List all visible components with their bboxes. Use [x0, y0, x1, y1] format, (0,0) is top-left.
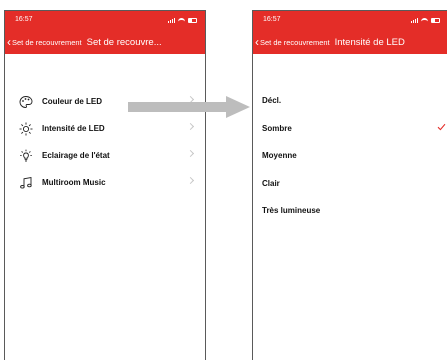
option-label: Décl. [262, 96, 282, 106]
status-time: 16:57 [15, 16, 33, 23]
option-row[interactable]: Moyenne [253, 142, 447, 170]
battery-icon [188, 17, 197, 23]
status-bar: 16:57 [15, 15, 197, 27]
menu-item-multiroom-music[interactable]: Multiroom Music [5, 169, 205, 196]
wifi-icon [421, 17, 428, 23]
option-row[interactable]: Très lumineuse [253, 197, 447, 225]
chevron-right-icon [186, 122, 195, 131]
back-button[interactable]: Set de recouvrement [260, 38, 330, 47]
app-header: 16:57 ‹ Set de recouvrement Set de recou… [5, 11, 205, 54]
chevron-left-icon[interactable]: ‹ [255, 36, 259, 48]
nav-bar: ‹ Set de recouvrement Set de recouvre... [5, 35, 205, 49]
option-row[interactable]: Clair [253, 170, 447, 198]
lightbulb-icon [19, 149, 33, 163]
menu-item-status-lighting[interactable]: Eclairage de l'état [5, 142, 205, 169]
chevron-right-icon [186, 176, 195, 185]
led-intensity-screen: 16:57 ‹ Set de recouvrement Intensité de… [252, 10, 447, 360]
battery-icon [431, 17, 440, 23]
status-bar: 16:57 [263, 15, 440, 27]
app-header: 16:57 ‹ Set de recouvrement Intensité de… [253, 11, 447, 54]
wifi-icon [178, 17, 185, 23]
menu-label: Multiroom Music [42, 178, 106, 187]
option-label: Sombre [262, 123, 292, 133]
chevron-left-icon[interactable]: ‹ [7, 36, 11, 48]
settings-screen: 16:57 ‹ Set de recouvrement Set de recou… [4, 10, 206, 360]
signal-icon [168, 17, 175, 23]
palette-icon [19, 95, 33, 109]
back-button[interactable]: Set de recouvrement [12, 38, 82, 47]
status-time: 16:57 [263, 16, 281, 23]
intensity-options: Décl. Sombre Moyenne Clair Très lumineus… [253, 87, 447, 225]
music-note-icon [19, 176, 33, 190]
connector-arrow-icon [128, 96, 250, 118]
option-label: Moyenne [262, 151, 297, 161]
menu-label: Couleur de LED [42, 97, 103, 106]
menu-item-led-intensity[interactable]: Intensité de LED [5, 115, 205, 142]
page-title: Set de recouvre... [86, 36, 162, 48]
option-row[interactable]: Décl. [253, 87, 447, 115]
chevron-right-icon [186, 149, 195, 158]
menu-label: Eclairage de l'état [42, 151, 110, 160]
sun-icon [19, 122, 33, 136]
option-label: Clair [262, 178, 280, 188]
checkmark-icon [437, 123, 446, 130]
option-label: Très lumineuse [262, 206, 321, 216]
option-row[interactable]: Sombre [253, 115, 447, 143]
nav-bar: ‹ Set de recouvrement Intensité de LED [253, 35, 447, 49]
menu-label: Intensité de LED [42, 124, 105, 133]
page-title: Intensité de LED [334, 36, 405, 48]
signal-icon [411, 17, 418, 23]
